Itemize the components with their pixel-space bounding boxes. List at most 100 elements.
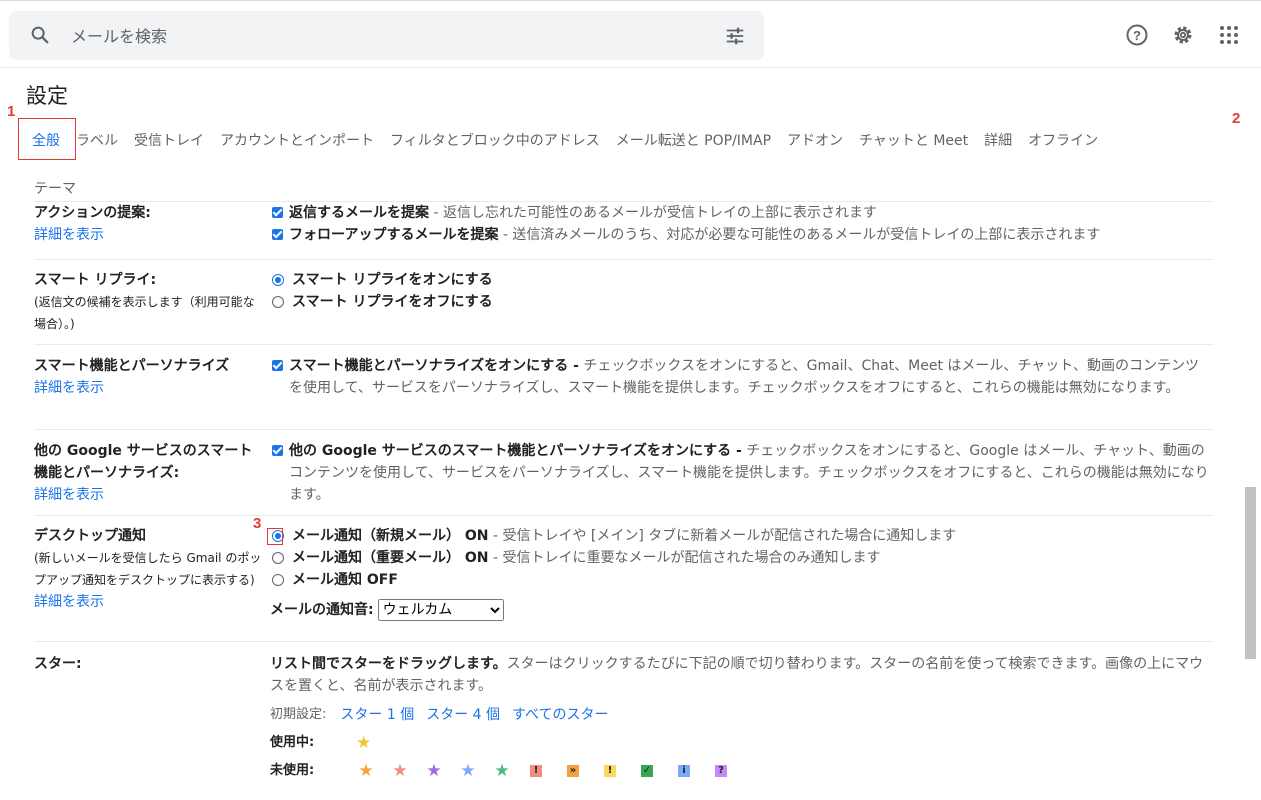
section-label: スマート リプライ: (返信文の候補を表示します（利用可能な場合）。) [34,269,264,335]
option-title: 返信するメールを提案 [289,205,429,221]
orange-star-icon[interactable]: ★ [356,760,376,782]
option-suggest-followup: フォローアップするメールを提案 - 送信済みメールのうち、対応が必要な可能性のあ… [270,224,1210,246]
search-input[interactable] [69,23,673,49]
help-icon[interactable]: ? [1125,23,1149,47]
action-suggest-label: アクションの提案: [34,205,151,221]
settings-gear-icon[interactable] [1171,23,1195,47]
desktop-label: デスクトップ通知 [34,528,146,544]
option-google-smart: 他の Google サービスのスマート機能とパーソナライズをオンにする - チェ… [270,440,1210,506]
unused-list: ★ ★ ★ ★ ★! »! ✓ i? [356,760,748,782]
tab-advanced[interactable]: 詳細 [976,130,1020,150]
option-smart-features: スマート機能とパーソナライズをオンにする - チェックボックスをオンにすると、G… [270,355,1210,399]
notification-sound-select[interactable]: ウェルカム [377,599,504,621]
option-desc: - 受信トレイに重要なメールが配信された場合のみ通知します [488,550,881,566]
smart-reply-sublabel: (返信文の候補を表示します（利用可能な場合）。) [34,295,255,331]
tab-labels[interactable]: ラベル [68,130,126,150]
stars-intro-title: リスト間でスターをドラッグします。 [270,656,507,672]
smart-features-label: スマート機能とパーソナライズ [34,358,230,374]
section-action-suggestions: アクションの提案: 詳細を表示 返信するメールを提案 - 返信し忘れた可能性のあ… [34,202,1214,262]
preset-label: 初期設定: [270,707,327,722]
desktop-sublabel: (新しいメールを受信したら Gmail のポップアップ通知をデスクトップに表示す… [34,551,262,587]
unused-label: 未使用: [270,763,315,778]
option-title: メール通知（新規メール） ON [292,528,489,544]
tab-addons[interactable]: アドオン [779,130,851,150]
details-link[interactable]: 詳細を表示 [34,591,264,613]
section-label: アクションの提案: 詳細を表示 [34,202,264,246]
stars-in-use-row: 使用中: ★ [270,729,1210,757]
option-title: メール通知（重要メール） ON [292,550,489,566]
section-divider [34,641,1214,642]
annotation-number-1: 1 [7,103,16,120]
annotation-number-2: 2 [1232,110,1241,127]
purple-question-icon[interactable]: ? [715,765,727,777]
details-link[interactable]: 詳細を表示 [34,377,264,399]
annotation-box-general-tab [18,118,76,160]
tab-filters-blocked[interactable]: フィルタとブロック中のアドレス [382,130,608,150]
tab-theme[interactable]: テーマ [34,178,84,198]
radio-selected[interactable] [272,274,284,286]
blue-star-icon[interactable]: ★ [458,760,478,782]
section-label: デスクトップ通知 (新しいメールを受信したら Gmail のポップアップ通知をデ… [34,525,264,613]
yellow-star-icon[interactable]: ★ [356,733,371,753]
scrollbar-track[interactable] [1243,70,1257,800]
details-link[interactable]: 詳細を表示 [34,224,264,246]
option-title: フォローアップするメールを提案 [289,227,499,243]
search-options-icon[interactable] [724,25,746,47]
red-bang-icon[interactable]: ! [530,765,542,777]
tab-forwarding-pop-imap[interactable]: メール転送と POP/IMAP [608,130,779,150]
option-desc: - 返信し忘れた可能性のあるメールが受信トレイの上部に表示されます [429,205,877,221]
stars-intro: リスト間でスターをドラッグします。スターはクリックするたびに下記の順で切り替わり… [270,653,1210,697]
checkbox-checked[interactable] [272,229,283,240]
details-link[interactable]: 詳細を表示 [34,484,264,506]
option-notify-important: メール通知（重要メール） ON - 受信トレイに重要なメールが配信された場合のみ… [270,547,1210,569]
option-title: スマート リプライをオンにする [292,272,493,288]
in-use-list: ★ [356,732,385,755]
section-divider [34,515,1214,516]
section-body: メール通知（新規メール） ON - 受信トレイや [メイン] タブに新着メールが… [270,525,1210,621]
yellow-bang-icon[interactable]: ! [604,765,616,777]
checkbox-checked[interactable] [272,207,283,218]
radio-unselected[interactable] [272,296,284,308]
section-divider [34,344,1214,345]
green-check-icon[interactable]: ✓ [641,765,653,777]
option-desc: - 送信済みメールのうち、対応が必要な可能性のあるメールが受信トレイの上部に表示… [498,227,1101,243]
in-use-label: 使用中: [270,735,315,750]
tab-offline[interactable]: オフライン [1020,130,1106,150]
page-title: 設定 [26,84,68,108]
preset-4-stars-link[interactable]: スター 4 個 [426,704,500,726]
radio-unselected[interactable] [272,574,284,586]
section-body: 返信するメールを提案 - 返信し忘れた可能性のあるメールが受信トレイの上部に表示… [270,202,1210,246]
search-bar[interactable] [9,11,764,60]
preset-all-stars-link[interactable]: すべてのスター [512,704,608,726]
option-title: スマート機能とパーソナライズをオンにする - [289,358,579,374]
tab-chat-meet[interactable]: チャットと Meet [851,130,976,150]
google-smart-label: 他の Google サービスのスマート機能とパーソナライズ: [34,443,253,481]
checkbox-checked[interactable] [272,445,283,456]
tab-accounts-import[interactable]: アカウントとインポート [212,130,382,150]
option-desc: - 受信トレイや [メイン] タブに新着メールが配信された場合に通知します [488,528,957,544]
section-label: スマート機能とパーソナライズ 詳細を表示 [34,355,264,399]
radio-unselected[interactable] [272,552,284,564]
orange-guillemet-icon[interactable]: » [567,765,579,777]
tab-inbox[interactable]: 受信トレイ [126,130,212,150]
section-body: リスト間でスターをドラッグします。スターはクリックするたびに下記の順で切り替わり… [270,653,1210,785]
search-icon[interactable] [29,24,51,46]
section-divider [34,429,1214,430]
svg-text:?: ? [1133,28,1141,43]
section-desktop-notifications: デスクトップ通知 (新しいメールを受信したら Gmail のポップアップ通知をデ… [34,525,1214,635]
blue-info-icon[interactable]: i [678,765,690,777]
checkbox-checked[interactable] [272,360,283,371]
preset-1-star-link[interactable]: スター 1 個 [340,704,414,726]
section-label: 他の Google サービスのスマート機能とパーソナライズ: 詳細を表示 [34,440,264,506]
apps-grid-icon[interactable] [1217,23,1241,47]
purple-star-icon[interactable]: ★ [424,760,444,782]
scrollbar-thumb[interactable] [1245,487,1256,659]
top-bar: ? [0,0,1261,68]
section-label: スター: [34,653,264,675]
section-divider [34,259,1214,260]
red-star-icon[interactable]: ★ [390,760,410,782]
settings-tabs: 全般 ラベル 受信トレイ アカウントとインポート フィルタとブロック中のアドレス メール転… [24,125,1234,197]
option-title: 他の Google サービスのスマート機能とパーソナライズをオンにする - [289,443,742,459]
green-star-icon[interactable]: ★ [492,760,512,782]
section-body: スマート機能とパーソナライズをオンにする - チェックボックスをオンにすると、G… [270,355,1210,399]
